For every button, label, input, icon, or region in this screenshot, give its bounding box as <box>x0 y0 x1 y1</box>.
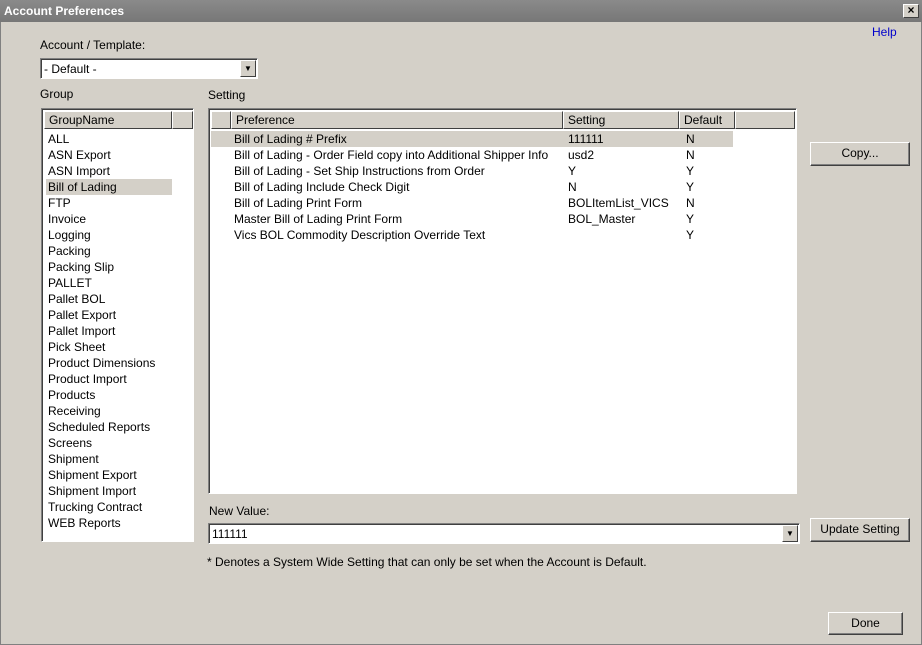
table-row[interactable]: Bill of Lading - Order Field copy into A… <box>211 147 733 163</box>
group-item[interactable]: PALLET <box>46 275 172 291</box>
default-cell: N <box>686 148 695 162</box>
group-label: Group <box>40 87 74 101</box>
new-value-label: New Value: <box>209 504 270 518</box>
chevron-down-icon[interactable]: ▼ <box>782 525 798 542</box>
group-item[interactable]: Pallet BOL <box>46 291 172 307</box>
setting-cell: Y <box>568 164 577 178</box>
help-link[interactable]: Help <box>872 25 897 39</box>
group-item[interactable]: ASN Import <box>46 163 172 179</box>
preference-cell: Master Bill of Lading Print Form <box>234 212 403 226</box>
footnote: * Denotes a System Wide Setting that can… <box>207 555 647 569</box>
default-cell: Y <box>686 164 695 178</box>
table-row[interactable]: Bill of Lading Print Form BOLItemList_VIC… <box>211 195 733 211</box>
account-template-value: - Default - <box>44 62 97 76</box>
preference-cell: Vics BOL Commodity Description Override … <box>234 228 486 242</box>
preference-cell: Bill of Lading - Set Ship Instructions f… <box>234 164 485 178</box>
default-cell: Y <box>686 228 695 242</box>
copy-button[interactable]: Copy... <box>810 142 910 166</box>
account-template-label: Account / Template: <box>40 38 146 52</box>
title-bar: Account Preferences × <box>0 0 922 22</box>
default-column-header[interactable]: Default <box>679 111 735 129</box>
preference-column-header[interactable]: Preference <box>231 111 563 129</box>
group-item[interactable]: Scheduled Reports <box>46 419 172 435</box>
table-row[interactable]: Master Bill of Lading Print Form BOL_Mast… <box>211 211 733 227</box>
group-item[interactable]: Screens <box>46 435 172 451</box>
table-row[interactable]: Vics BOL Commodity Description Override … <box>211 227 733 243</box>
setting-cell: N <box>568 180 577 194</box>
group-item[interactable]: ASN Export <box>46 147 172 163</box>
default-cell: N <box>686 196 695 210</box>
group-item[interactable]: Packing <box>46 243 172 259</box>
account-template-select[interactable]: - Default - ▼ <box>40 58 258 79</box>
done-button[interactable]: Done <box>828 612 903 635</box>
group-item[interactable]: Invoice <box>46 211 172 227</box>
preference-cell: Bill of Lading - Order Field copy into A… <box>234 148 549 162</box>
group-item[interactable]: Bill of Lading <box>46 179 172 195</box>
preference-cell: Bill of Lading Print Form <box>234 196 363 210</box>
group-item[interactable]: Shipment <box>46 451 172 467</box>
table-row[interactable]: Bill of Lading Include Check Digit N Y <box>211 179 733 195</box>
group-item[interactable]: Pallet Import <box>46 323 172 339</box>
group-item[interactable]: FTP <box>46 195 172 211</box>
table-row[interactable]: Bill of Lading - Set Ship Instructions f… <box>211 163 733 179</box>
preference-cell: Bill of Lading # Prefix <box>234 132 347 146</box>
group-item[interactable]: ALL <box>46 131 172 147</box>
setting-cell: BOL_Master <box>568 212 636 226</box>
default-cell: Y <box>686 180 695 194</box>
group-item[interactable]: Pick Sheet <box>46 339 172 355</box>
setting-cell: usd2 <box>568 148 595 162</box>
setting-cell: 111111 <box>568 132 604 146</box>
group-item[interactable]: Pallet Export <box>46 307 172 323</box>
setting-table[interactable]: Preference Setting Default Bill of Ladin… <box>208 108 797 494</box>
group-item[interactable]: Shipment Import <box>46 483 172 499</box>
new-value-field[interactable]: 111111 ▼ <box>208 523 800 544</box>
header-spacer <box>735 111 795 129</box>
row-selector-header <box>211 111 231 129</box>
group-item[interactable]: Trucking Contract <box>46 499 172 515</box>
setting-column-header[interactable]: Setting <box>563 111 679 129</box>
table-row[interactable]: Bill of Lading # Prefix 111111 N <box>211 131 733 147</box>
default-cell: N <box>686 132 695 146</box>
new-value-text[interactable]: 111111 <box>212 527 248 541</box>
window-title: Account Preferences <box>4 4 125 18</box>
setting-label: Setting <box>208 88 246 102</box>
group-item[interactable]: Shipment Export <box>46 467 172 483</box>
default-cell: Y <box>686 212 695 226</box>
close-button[interactable]: × <box>903 4 919 18</box>
setting-cell: BOLItemList_VICS <box>568 196 669 210</box>
group-item[interactable]: Logging <box>46 227 172 243</box>
group-list[interactable]: GroupName ALL ASN Export ASN Import Bill of… <box>41 108 194 542</box>
preference-cell: Bill of Lading Include Check Digit <box>234 180 410 194</box>
group-item[interactable]: Packing Slip <box>46 259 172 275</box>
group-item[interactable]: Product Import <box>46 371 172 387</box>
group-column-header[interactable]: GroupName <box>44 111 172 129</box>
group-item[interactable]: Products <box>46 387 172 403</box>
group-item[interactable]: Product Dimensions <box>46 355 172 371</box>
group-item[interactable]: WEB Reports <box>46 515 172 531</box>
chevron-down-icon[interactable]: ▼ <box>240 60 256 77</box>
group-header-spacer <box>172 111 193 129</box>
update-setting-button[interactable]: Update Setting <box>810 518 910 542</box>
group-item[interactable]: Receiving <box>46 403 172 419</box>
